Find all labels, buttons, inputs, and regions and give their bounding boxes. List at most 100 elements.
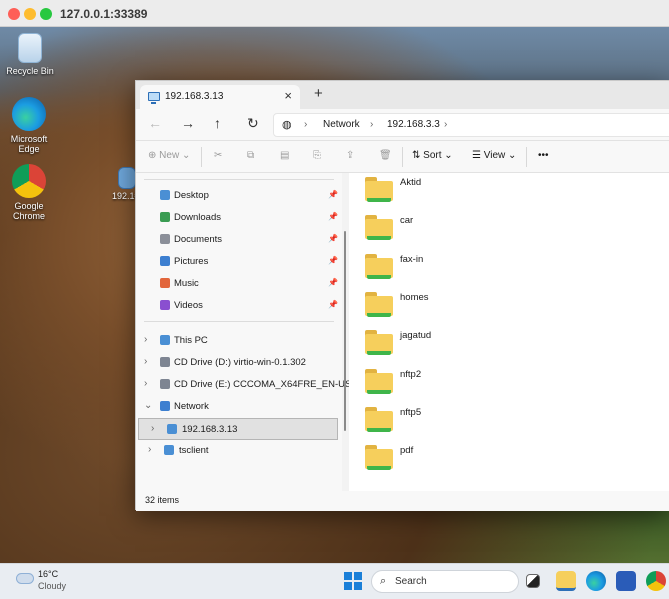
weather-temp[interactable]: 16°C — [38, 569, 58, 579]
nav-scrollbar[interactable] — [344, 231, 346, 431]
network-indicator — [367, 236, 391, 241]
view-label: View — [483, 150, 506, 161]
desktop-icon-label: Google Chrome — [12, 201, 45, 221]
file-name: nftp2 — [400, 368, 422, 380]
network-folder-icon — [365, 330, 393, 356]
list-item[interactable]: homes — [365, 288, 655, 322]
edge-taskbar-icon[interactable] — [586, 571, 606, 591]
more-options-button[interactable]: ••• — [538, 150, 549, 161]
new-label: New — [159, 150, 180, 161]
nav-item-videos[interactable]: Videos 📌 — [136, 295, 342, 317]
chevron-right-icon[interactable]: › — [148, 444, 151, 455]
network-icon — [160, 401, 170, 411]
close-icon[interactable]: × — [284, 88, 292, 103]
breadcrumb-host[interactable]: 192.168.3.3 — [387, 119, 440, 130]
chevron-down-icon[interactable]: ⌄ — [144, 400, 152, 411]
nav-item-192-168-3-13[interactable]: › 192.168.3.13 — [138, 418, 338, 440]
network-indicator — [367, 274, 391, 279]
chrome-icon — [12, 164, 46, 198]
nav-item-documents[interactable]: Documents 📌 — [136, 229, 342, 251]
cd-drive-icon — [160, 357, 170, 367]
minimize-window-button[interactable] — [24, 8, 36, 20]
network-folder-icon — [365, 445, 393, 471]
forward-button[interactable]: → — [181, 115, 195, 131]
desktop-icon-edge[interactable]: Microsoft Edge — [0, 97, 58, 154]
nav-item-desktop[interactable]: Desktop 📌 — [136, 185, 342, 207]
list-item[interactable]: fax-in — [365, 250, 655, 284]
sort-button[interactable]: ⇅ Sort ⌄ — [412, 150, 453, 161]
chrome-taskbar-icon[interactable] — [646, 571, 666, 591]
nav-item-network[interactable]: ⌄ Network — [136, 396, 342, 418]
nav-item-this-pc[interactable]: › This PC — [136, 330, 342, 352]
view-button[interactable]: ☰ View ⌄ — [472, 150, 516, 161]
network-indicator — [367, 466, 391, 471]
pin-icon[interactable]: 📌 — [328, 212, 338, 221]
command-bar: ⊕ New ⌄ ✂ ⧉ ▤ ⎘ ⇪ 🗑 ⇅ Sort ⌄ ☰ View ⌄ ••… — [136, 141, 669, 173]
pin-icon[interactable]: 📌 — [328, 278, 338, 287]
maximize-window-button[interactable] — [40, 8, 52, 20]
desktop-icon-recycle-bin[interactable]: Recycle Bin — [0, 33, 60, 76]
new-tab-button[interactable]: + — [314, 85, 323, 102]
file-explorer-window: 192.168.3.13 × + ← → ↑ ↻ ◍ › Network › 1… — [135, 80, 669, 511]
desktop-icon — [160, 190, 170, 200]
copy-icon[interactable]: ⧉ — [247, 150, 254, 161]
file-name: pdf — [400, 445, 414, 457]
start-button[interactable] — [344, 572, 362, 590]
toolbar-divider — [201, 147, 202, 167]
nav-item-label: Pictures — [174, 256, 209, 267]
breadcrumb-network[interactable]: Network — [323, 119, 360, 130]
new-button[interactable]: ⊕ New ⌄ — [148, 150, 190, 161]
cloud-icon[interactable] — [16, 573, 34, 584]
tab-bar: 192.168.3.13 × + — [136, 81, 669, 109]
chevron-right-icon[interactable]: › — [144, 356, 147, 367]
delete-icon[interactable]: 🗑 — [379, 150, 392, 161]
chevron-right-icon: › — [304, 119, 308, 130]
navigation-pane: Desktop 📌 Downloads 📌 Documents 📌 Pictures 📌 Mus… — [136, 173, 375, 491]
back-button[interactable]: ← — [148, 115, 162, 131]
close-window-button[interactable] — [8, 8, 20, 20]
list-item[interactable]: nftp2 — [365, 365, 655, 399]
chevron-right-icon[interactable]: › — [144, 334, 147, 345]
list-item[interactable]: car — [365, 211, 655, 245]
pin-icon[interactable]: 📌 — [328, 256, 338, 265]
list-item[interactable]: Aktid — [365, 173, 655, 207]
search-box[interactable]: ⌕ Search — [371, 570, 519, 593]
desktop-icon-label: Recycle Bin — [6, 66, 54, 76]
nav-item-label: Downloads — [174, 212, 221, 223]
address-bar[interactable]: ◍ › Network › 192.168.3.3 › — [273, 113, 669, 137]
rename-icon[interactable]: ⎘ — [313, 150, 321, 161]
refresh-button[interactable]: ↻ — [247, 115, 259, 132]
network-folder-icon — [365, 253, 393, 279]
cd-drive-icon — [160, 379, 170, 389]
taskbar: 16°C Cloudy ⌕ Search — [0, 563, 669, 599]
nav-item-tsclient[interactable]: › tsclient — [136, 440, 342, 462]
up-button[interactable]: ↑ — [214, 115, 221, 131]
desktop-icon-chrome[interactable]: Google Chrome — [0, 164, 58, 221]
cut-icon[interactable]: ✂ — [214, 150, 222, 161]
paste-icon[interactable]: ▤ — [280, 150, 289, 161]
nav-item-downloads[interactable]: Downloads 📌 — [136, 207, 342, 229]
pin-icon[interactable]: 📌 — [328, 234, 338, 243]
nav-item-label: Desktop — [174, 190, 209, 201]
nav-item-music[interactable]: Music 📌 — [136, 273, 342, 295]
desktop-icon-network-shortcut[interactable]: 192.1€ — [104, 167, 140, 201]
chevron-right-icon[interactable]: › — [151, 423, 154, 434]
share-icon[interactable]: ⇪ — [346, 150, 354, 161]
pin-icon[interactable]: 📌 — [328, 190, 338, 199]
file-name: car — [400, 215, 414, 227]
nav-item-cd-drive-e-cccoma-x64fre-en-us-dv9[interactable]: › CD Drive (E:) CCCOMA_X64FRE_EN-US_DV9 — [136, 374, 375, 396]
list-item[interactable]: pdf — [365, 441, 655, 475]
file-explorer-taskbar-icon[interactable] — [556, 571, 576, 591]
list-item[interactable]: jagatud — [365, 326, 655, 360]
list-item[interactable]: nftp5 — [365, 403, 655, 437]
chevron-right-icon[interactable]: › — [144, 378, 147, 389]
tab-192-168-3-13[interactable]: 192.168.3.13 × — [140, 85, 300, 109]
weather-condition[interactable]: Cloudy — [38, 581, 66, 591]
store-icon[interactable] — [616, 571, 636, 591]
videos-icon — [160, 300, 170, 310]
nav-item-pictures[interactable]: Pictures 📌 — [136, 251, 342, 273]
nav-item-cd-drive-d-virtio-win-0-1-302[interactable]: › CD Drive (D:) virtio-win-0.1.302 — [136, 352, 342, 374]
globe-icon: ◍ — [282, 119, 292, 131]
task-view-icon[interactable] — [526, 574, 540, 588]
pin-icon[interactable]: 📌 — [328, 300, 338, 309]
